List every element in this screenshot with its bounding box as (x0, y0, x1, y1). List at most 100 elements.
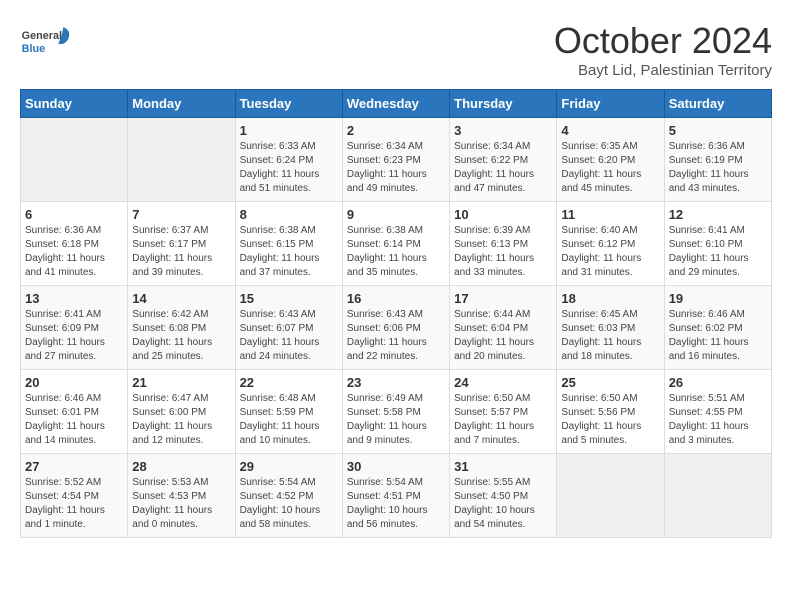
day-number: 16 (347, 291, 445, 306)
calendar-cell: 22 Sunrise: 6:48 AMSunset: 5:59 PMDayligh… (235, 370, 342, 454)
day-number: 10 (454, 207, 552, 222)
day-number: 17 (454, 291, 552, 306)
calendar-cell (557, 454, 664, 538)
calendar-cell (21, 118, 128, 202)
calendar-cell: 4 Sunrise: 6:35 AMSunset: 6:20 PMDaylight… (557, 118, 664, 202)
day-info: Sunrise: 6:44 AMSunset: 6:04 PMDaylight:… (454, 308, 552, 364)
day-info: Sunrise: 6:41 AMSunset: 6:09 PMDaylight:… (25, 308, 123, 364)
day-info: Sunrise: 6:47 AMSunset: 6:00 PMDaylight:… (132, 392, 230, 448)
header-thursday: Thursday (450, 90, 557, 118)
calendar-week-row: 13 Sunrise: 6:41 AMSunset: 6:09 PMDayligh… (21, 286, 772, 370)
calendar-cell: 29 Sunrise: 5:54 AMSunset: 4:52 PMDayligh… (235, 454, 342, 538)
day-info: Sunrise: 6:50 AMSunset: 5:56 PMDaylight:… (561, 392, 659, 448)
day-info: Sunrise: 5:51 AMSunset: 4:55 PMDaylight:… (669, 392, 767, 448)
day-info: Sunrise: 5:52 AMSunset: 4:54 PMDaylight:… (25, 476, 123, 532)
day-number: 7 (132, 207, 230, 222)
day-number: 5 (669, 123, 767, 138)
calendar-cell: 23 Sunrise: 6:49 AMSunset: 5:58 PMDayligh… (342, 370, 449, 454)
day-number: 26 (669, 375, 767, 390)
calendar-cell: 28 Sunrise: 5:53 AMSunset: 4:53 PMDayligh… (128, 454, 235, 538)
header-monday: Monday (128, 90, 235, 118)
day-info: Sunrise: 6:35 AMSunset: 6:20 PMDaylight:… (561, 140, 659, 196)
calendar-cell: 17 Sunrise: 6:44 AMSunset: 6:04 PMDayligh… (450, 286, 557, 370)
day-number: 27 (25, 459, 123, 474)
calendar-header-row: SundayMondayTuesdayWednesdayThursdayFrid… (21, 90, 772, 118)
calendar-cell: 27 Sunrise: 5:52 AMSunset: 4:54 PMDayligh… (21, 454, 128, 538)
day-info: Sunrise: 5:53 AMSunset: 4:53 PMDaylight:… (132, 476, 230, 532)
header-sunday: Sunday (21, 90, 128, 118)
month-title: October 2024 (554, 20, 772, 62)
day-info: Sunrise: 6:33 AMSunset: 6:24 PMDaylight:… (240, 140, 338, 196)
calendar-table: SundayMondayTuesdayWednesdayThursdayFrid… (20, 89, 772, 538)
day-info: Sunrise: 6:49 AMSunset: 5:58 PMDaylight:… (347, 392, 445, 448)
logo: General Blue (20, 20, 70, 65)
day-number: 25 (561, 375, 659, 390)
day-info: Sunrise: 6:40 AMSunset: 6:12 PMDaylight:… (561, 224, 659, 280)
calendar-cell: 1 Sunrise: 6:33 AMSunset: 6:24 PMDaylight… (235, 118, 342, 202)
calendar-cell: 15 Sunrise: 6:43 AMSunset: 6:07 PMDayligh… (235, 286, 342, 370)
day-info: Sunrise: 6:37 AMSunset: 6:17 PMDaylight:… (132, 224, 230, 280)
day-number: 28 (132, 459, 230, 474)
day-number: 18 (561, 291, 659, 306)
day-number: 15 (240, 291, 338, 306)
day-number: 4 (561, 123, 659, 138)
day-number: 14 (132, 291, 230, 306)
day-number: 12 (669, 207, 767, 222)
location-title: Bayt Lid, Palestinian Territory (554, 62, 772, 79)
calendar-cell: 21Sunrise: 6:47 AMSunset: 6:00 PMDayligh… (128, 370, 235, 454)
day-info: Sunrise: 6:48 AMSunset: 5:59 PMDaylight:… (240, 392, 338, 448)
day-info: Sunrise: 6:36 AMSunset: 6:18 PMDaylight:… (25, 224, 123, 280)
day-number: 9 (347, 207, 445, 222)
calendar-cell: 25 Sunrise: 6:50 AMSunset: 5:56 PMDayligh… (557, 370, 664, 454)
day-info: Sunrise: 5:54 AMSunset: 4:52 PMDaylight:… (240, 476, 338, 532)
calendar-cell: 31Sunrise: 5:55 AMSunset: 4:50 PMDayligh… (450, 454, 557, 538)
calendar-week-row: 20Sunrise: 6:46 AMSunset: 6:01 PMDayligh… (21, 370, 772, 454)
day-info: Sunrise: 6:34 AMSunset: 6:22 PMDaylight:… (454, 140, 552, 196)
calendar-cell: 30 Sunrise: 5:54 AMSunset: 4:51 PMDayligh… (342, 454, 449, 538)
calendar-cell: 8Sunrise: 6:38 AMSunset: 6:15 PMDaylight… (235, 202, 342, 286)
day-number: 3 (454, 123, 552, 138)
header-friday: Friday (557, 90, 664, 118)
day-number: 30 (347, 459, 445, 474)
svg-text:Blue: Blue (22, 43, 45, 55)
calendar-cell: 6 Sunrise: 6:36 AMSunset: 6:18 PMDaylight… (21, 202, 128, 286)
calendar-cell: 12 Sunrise: 6:41 AMSunset: 6:10 PMDayligh… (664, 202, 771, 286)
day-info: Sunrise: 6:46 AMSunset: 6:02 PMDaylight:… (669, 308, 767, 364)
calendar-week-row: 6 Sunrise: 6:36 AMSunset: 6:18 PMDaylight… (21, 202, 772, 286)
day-info: Sunrise: 6:36 AMSunset: 6:19 PMDaylight:… (669, 140, 767, 196)
day-number: 6 (25, 207, 123, 222)
calendar-cell: 2 Sunrise: 6:34 AMSunset: 6:23 PMDaylight… (342, 118, 449, 202)
day-info: Sunrise: 6:34 AMSunset: 6:23 PMDaylight:… (347, 140, 445, 196)
day-number: 22 (240, 375, 338, 390)
calendar-cell (664, 454, 771, 538)
day-info: Sunrise: 6:45 AMSunset: 6:03 PMDaylight:… (561, 308, 659, 364)
day-number: 20 (25, 375, 123, 390)
day-number: 1 (240, 123, 338, 138)
calendar-cell: 13 Sunrise: 6:41 AMSunset: 6:09 PMDayligh… (21, 286, 128, 370)
day-info: Sunrise: 6:38 AMSunset: 6:15 PMDaylight:… (240, 224, 338, 280)
svg-text:General: General (22, 30, 62, 42)
day-number: 13 (25, 291, 123, 306)
day-info: Sunrise: 6:41 AMSunset: 6:10 PMDaylight:… (669, 224, 767, 280)
header-tuesday: Tuesday (235, 90, 342, 118)
day-info: Sunrise: 5:55 AMSunset: 4:50 PMDaylight:… (454, 476, 552, 532)
day-number: 19 (669, 291, 767, 306)
day-number: 11 (561, 207, 659, 222)
day-number: 24 (454, 375, 552, 390)
calendar-week-row: 1 Sunrise: 6:33 AMSunset: 6:24 PMDaylight… (21, 118, 772, 202)
day-number: 2 (347, 123, 445, 138)
calendar-cell: 20Sunrise: 6:46 AMSunset: 6:01 PMDayligh… (21, 370, 128, 454)
day-info: Sunrise: 6:50 AMSunset: 5:57 PMDaylight:… (454, 392, 552, 448)
calendar-cell: 19 Sunrise: 6:46 AMSunset: 6:02 PMDayligh… (664, 286, 771, 370)
calendar-week-row: 27 Sunrise: 5:52 AMSunset: 4:54 PMDayligh… (21, 454, 772, 538)
logo-svg: General Blue (20, 20, 70, 65)
calendar-cell: 16Sunrise: 6:43 AMSunset: 6:06 PMDayligh… (342, 286, 449, 370)
day-number: 29 (240, 459, 338, 474)
day-info: Sunrise: 6:38 AMSunset: 6:14 PMDaylight:… (347, 224, 445, 280)
header-saturday: Saturday (664, 90, 771, 118)
calendar-cell: 14Sunrise: 6:42 AMSunset: 6:08 PMDayligh… (128, 286, 235, 370)
day-info: Sunrise: 6:43 AMSunset: 6:07 PMDaylight:… (240, 308, 338, 364)
day-number: 23 (347, 375, 445, 390)
day-info: Sunrise: 5:54 AMSunset: 4:51 PMDaylight:… (347, 476, 445, 532)
calendar-cell: 10Sunrise: 6:39 AMSunset: 6:13 PMDayligh… (450, 202, 557, 286)
